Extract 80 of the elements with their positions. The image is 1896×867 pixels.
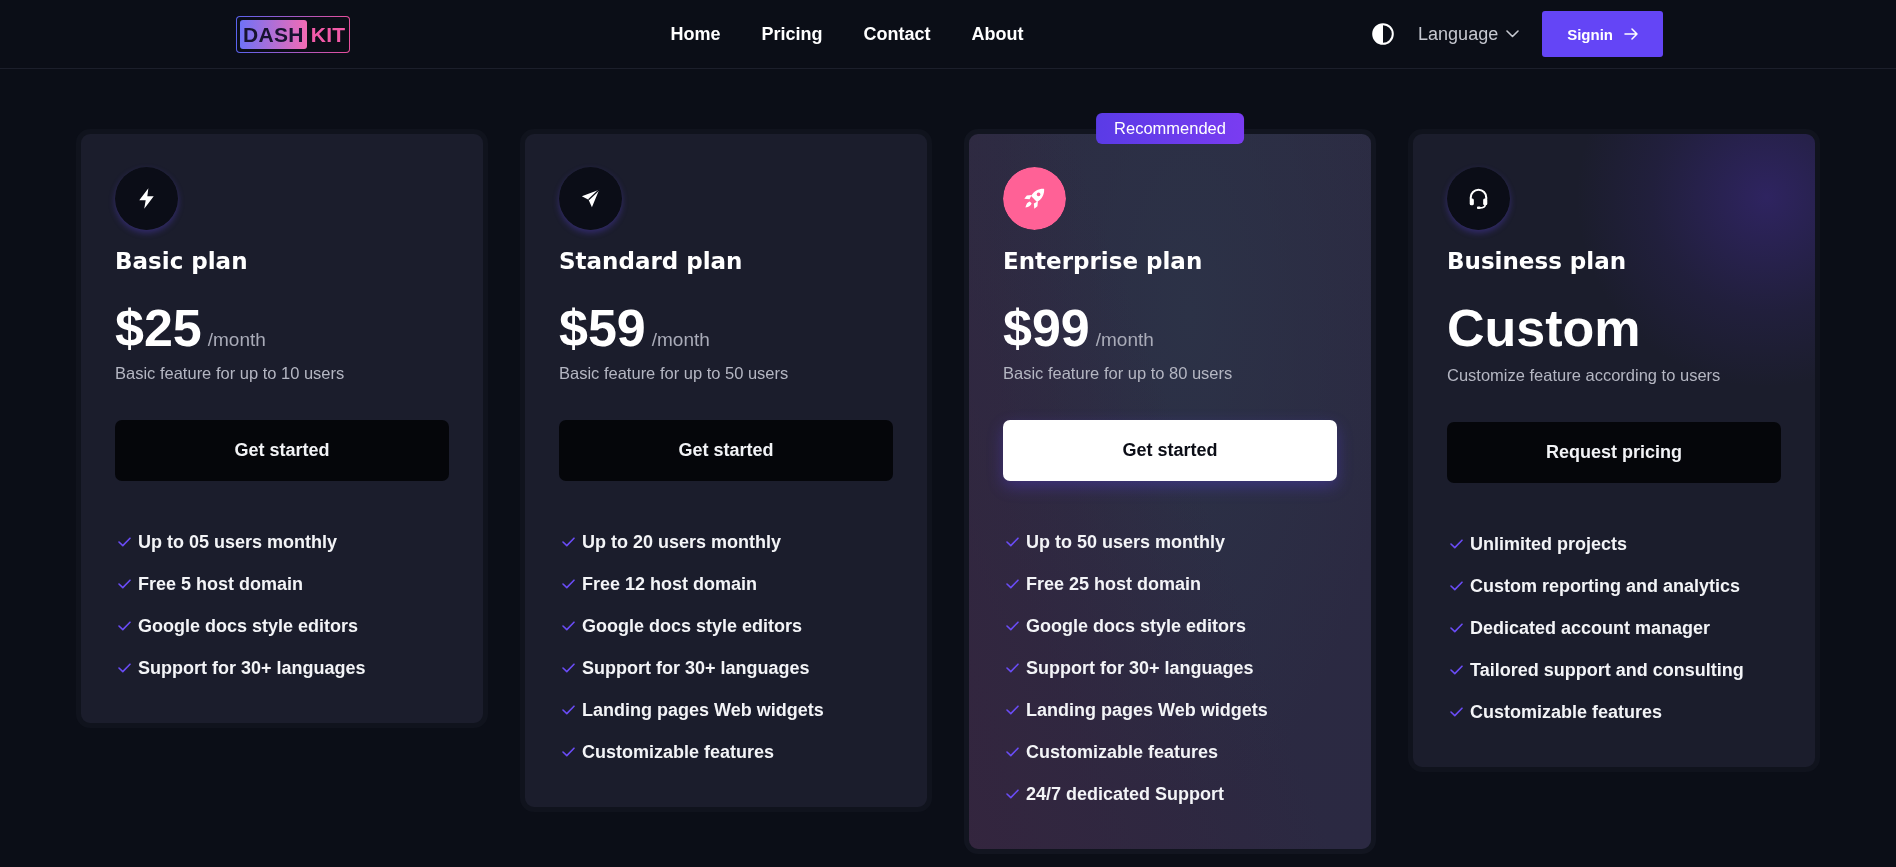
check-icon: [118, 537, 131, 547]
feature-text: Dedicated account manager: [1470, 617, 1711, 640]
plan-action-button[interactable]: Get started: [115, 420, 449, 481]
feature-text: Customizable features: [1470, 701, 1663, 724]
signin-button[interactable]: Signin: [1542, 11, 1663, 57]
plan-title: Business plan: [1447, 247, 1628, 276]
check-icon: [1006, 621, 1019, 631]
check-icon: [1450, 539, 1463, 549]
plan-description: Basic feature for up to 10 users: [115, 363, 346, 384]
check-icon: [1450, 623, 1463, 633]
nav-link[interactable]: Pricing: [761, 22, 823, 46]
plan-description: Customize feature according to users: [1447, 365, 1722, 386]
feature-text: Up to 20 users monthly: [582, 531, 782, 554]
feature-text: Customizable features: [1026, 741, 1219, 764]
check-icon: [118, 663, 131, 673]
paper-plane-icon: [559, 167, 622, 230]
check-icon: [1006, 747, 1019, 757]
feature-text: Landing pages Web widgets: [1026, 699, 1268, 722]
nav-link[interactable]: Contact: [863, 22, 931, 46]
check-icon: [1006, 663, 1019, 673]
arrow-right-icon: [1624, 28, 1638, 40]
feature-text: Tailored support and consulting: [1470, 659, 1744, 682]
feature-text: 24/7 dedicated Support: [1026, 783, 1225, 806]
check-icon: [118, 579, 131, 589]
plan-description: Basic feature for up to 80 users: [1003, 363, 1234, 384]
logo[interactable]: DASH KIT: [236, 15, 351, 53]
feature-text: Google docs style editors: [1026, 615, 1247, 638]
check-icon: [1450, 665, 1463, 675]
lightning-icon: [115, 167, 178, 230]
plan-title: Basic plan: [115, 247, 249, 276]
plan-action-button[interactable]: Request pricing: [1447, 422, 1781, 483]
price-period: /month: [207, 329, 266, 351]
logo-badge: DASH: [240, 19, 307, 49]
plan-price: $99: [1003, 298, 1090, 358]
feature-text: Google docs style editors: [138, 615, 359, 638]
feature-text: Support for 30+ languages: [582, 657, 810, 680]
price-period: /month: [651, 329, 710, 351]
plan-price: Custom: [1447, 298, 1641, 358]
feature-text: Free 5 host domain: [138, 573, 304, 596]
check-icon: [1450, 707, 1463, 717]
feature-text: Free 12 host domain: [582, 573, 758, 596]
nav-link[interactable]: About: [971, 22, 1024, 46]
logo-text: KIT: [309, 21, 346, 48]
plan-action-button[interactable]: Get started: [559, 420, 893, 481]
check-icon: [562, 579, 575, 589]
plan-price: $25: [115, 298, 202, 358]
plan-title: Standard plan: [559, 247, 744, 276]
check-icon: [1450, 581, 1463, 591]
check-icon: [1006, 579, 1019, 589]
plan-action-button[interactable]: Get started: [1003, 420, 1337, 481]
check-icon: [562, 705, 575, 715]
feature-text: Up to 05 users monthly: [138, 531, 338, 554]
language-dropdown[interactable]: Language: [1418, 22, 1520, 46]
rocket-icon: [1003, 167, 1066, 230]
plan-price: $59: [559, 298, 646, 358]
feature-text: Customizable features: [582, 741, 775, 764]
chevron-down-icon: [1506, 30, 1520, 38]
check-icon: [562, 621, 575, 631]
feature-text: Unlimited projects: [1470, 533, 1628, 556]
nav-link[interactable]: Home: [670, 22, 721, 46]
check-icon: [562, 747, 575, 757]
feature-text: Custom reporting and analytics: [1470, 575, 1741, 598]
check-icon: [118, 621, 131, 631]
check-icon: [562, 663, 575, 673]
plan-title: Enterprise plan: [1003, 247, 1204, 276]
feature-text: Support for 30+ languages: [138, 657, 366, 680]
check-icon: [1006, 705, 1019, 715]
feature-text: Google docs style editors: [582, 615, 803, 638]
headset-icon: [1447, 167, 1510, 230]
feature-text: Free 25 host domain: [1026, 573, 1202, 596]
recommended-badge: Recommended: [1096, 113, 1244, 144]
price-period: /month: [1095, 329, 1154, 351]
feature-text: Up to 50 users monthly: [1026, 531, 1226, 554]
plan-description: Basic feature for up to 50 users: [559, 363, 790, 384]
check-icon: [1006, 789, 1019, 799]
feature-text: Landing pages Web widgets: [582, 699, 824, 722]
contrast-icon[interactable]: [1372, 23, 1395, 45]
check-icon: [562, 537, 575, 547]
check-icon: [1006, 537, 1019, 547]
feature-text: Support for 30+ languages: [1026, 657, 1254, 680]
